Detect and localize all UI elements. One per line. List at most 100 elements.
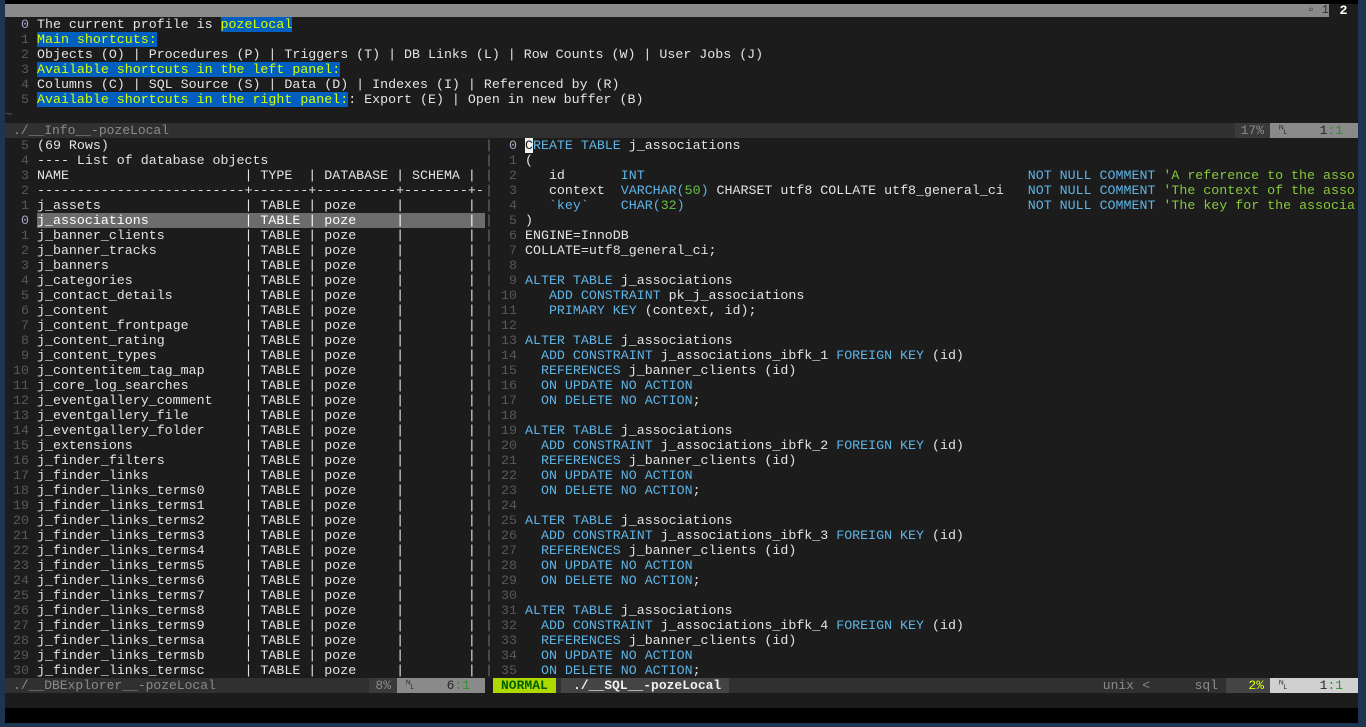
code-line[interactable]: 7 COLLATE=utf8_general_ci; — [493, 243, 1358, 258]
row-text: j_content_frontpage | TABLE | poze | | — [37, 318, 476, 333]
command-line[interactable] — [5, 708, 1358, 723]
code-line[interactable]: 15 REFERENCES j_banner_clients (id) — [493, 363, 1358, 378]
code-line[interactable]: 14 ADD CONSTRAINT j_associations_ibfk_1 … — [493, 348, 1358, 363]
code-line[interactable]: 18 — [493, 408, 1358, 423]
info-line[interactable]: 0 The current profile is pozeLocal — [5, 17, 1358, 32]
table-row[interactable]: 11 j_core_log_searches | TABLE | poze | | — [5, 378, 485, 393]
code-line[interactable]: 29 ON DELETE NO ACTION; — [493, 573, 1358, 588]
table-row[interactable]: 28 j_finder_links_termsa | TABLE | poze |… — [5, 633, 485, 648]
info-line[interactable]: 3 Available shortcuts in the left panel: — [5, 62, 1358, 77]
table-row[interactable]: 16 j_finder_filters | TABLE | poze | | — [5, 453, 485, 468]
code-line[interactable]: 33 REFERENCES j_banner_clients (id) — [493, 633, 1358, 648]
table-row[interactable]: 7 j_content_frontpage | TABLE | poze | | — [5, 318, 485, 333]
table-row[interactable]: 0 j_associations | TABLE | poze | | — [5, 213, 485, 228]
code-line[interactable]: 4 `key` CHAR(32) NOT NULL COMMENT 'The k… — [493, 198, 1358, 213]
vertical-split-separator[interactable]: | | | | | | | | | | | | | | | | | | | | | | | | | | | | | | | | | | | | — [485, 138, 493, 678]
sql-string: 'The context of the asso — [1155, 183, 1355, 198]
info-line[interactable]: 2 Objects (O) | Procedures (P) | Triggers… — [5, 47, 1358, 62]
sql-source-panel[interactable]: 0 CREATE TABLE j_associations 1(2 id INT N… — [493, 138, 1358, 678]
table-row[interactable]: 29 j_finder_links_termsb | TABLE | poze |… — [5, 648, 485, 663]
table-row[interactable]: 20 j_finder_links_terms2 | TABLE | poze |… — [5, 513, 485, 528]
code-line[interactable]: 19 ALTER TABLE j_associations — [493, 423, 1358, 438]
code-line[interactable]: 9 ALTER TABLE j_associations — [493, 273, 1358, 288]
sql-keyword: ON UPDATE NO ACTION — [540, 558, 693, 573]
row-text: j_content_rating | TABLE | poze | | — [37, 333, 476, 348]
table-row[interactable]: 5 j_contact_details | TABLE | poze | | — [5, 288, 485, 303]
info-line[interactable]: 4 Columns (C) | SQL Source (S) | Data (D)… — [5, 77, 1358, 92]
table-row[interactable]: 1 j_assets | TABLE | poze | | — [5, 198, 485, 213]
table-row[interactable]: 26 j_finder_links_terms8 | TABLE | poze |… — [5, 603, 485, 618]
info-col: :1 — [1327, 123, 1344, 138]
code-line[interactable]: 27 REFERENCES j_banner_clients (id) — [493, 543, 1358, 558]
info-line[interactable]: 5 Available shortcuts in the right panel:… — [5, 92, 1358, 107]
code-line[interactable]: 35 ON DELETE NO ACTION; — [493, 663, 1358, 678]
table-row[interactable]: 15 j_extensions | TABLE | poze | | — [5, 438, 485, 453]
code-line[interactable]: 0 CREATE TABLE j_associations — [493, 138, 1358, 153]
separator-bar: | — [485, 543, 493, 558]
table-row[interactable]: 24 j_finder_links_terms6 | TABLE | poze |… — [5, 573, 485, 588]
line-number: 4 — [21, 77, 29, 92]
table-row[interactable]: 19 j_finder_links_terms1 | TABLE | poze |… — [5, 498, 485, 513]
header-line[interactable]: 5 (69 Rows) — [5, 138, 485, 153]
table-row[interactable]: 14 j_eventgallery_folder | TABLE | poze |… — [5, 423, 485, 438]
code-line[interactable]: 32 ADD CONSTRAINT j_associations_ibfk_4 … — [493, 618, 1358, 633]
sql-text: j_associations — [612, 423, 733, 438]
code-line[interactable]: 28 ON UPDATE NO ACTION — [493, 558, 1358, 573]
code-line[interactable]: 8 — [493, 258, 1358, 273]
code-line[interactable]: 3 context VARCHAR(50) CHARSET utf8 COLLA… — [493, 183, 1358, 198]
table-row[interactable]: 1 j_banner_clients | TABLE | poze | | — [5, 228, 485, 243]
table-row[interactable]: 17 j_finder_links | TABLE | poze | | — [5, 468, 485, 483]
terminal: ▫ 1 2 0 The current profile is pozeLocal 1… — [5, 0, 1358, 723]
line-number: 2 — [21, 243, 29, 258]
table-row[interactable]: 21 j_finder_links_terms3 | TABLE | poze |… — [5, 528, 485, 543]
code-line[interactable]: 24 — [493, 498, 1358, 513]
row-text: j_eventgallery_file | TABLE | poze | | — [37, 408, 476, 423]
code-line[interactable]: 23 ON DELETE NO ACTION; — [493, 483, 1358, 498]
code-line[interactable]: 6 ENGINE=InnoDB — [493, 228, 1358, 243]
code-line[interactable]: 30 — [493, 588, 1358, 603]
code-line[interactable]: 25 ALTER TABLE j_associations — [493, 513, 1358, 528]
table-row[interactable]: 27 j_finder_links_terms9 | TABLE | poze |… — [5, 618, 485, 633]
line-number: 12 — [501, 318, 517, 333]
tab-1[interactable]: ▫ 1 — [1307, 4, 1329, 17]
header-line[interactable]: 3 NAME | TYPE | DATABASE | SCHEMA | — [5, 168, 485, 183]
header-line[interactable]: 4 ---- List of database objects — [5, 153, 485, 168]
code-line[interactable]: 20 ADD CONSTRAINT j_associations_ibfk_2 … — [493, 438, 1358, 453]
table-row[interactable]: 9 j_content_types | TABLE | poze | | — [5, 348, 485, 363]
code-line[interactable]: 17 ON DELETE NO ACTION; — [493, 393, 1358, 408]
table-row[interactable]: 10 j_contentitem_tag_map | TABLE | poze |… — [5, 363, 485, 378]
table-row[interactable]: 8 j_content_rating | TABLE | poze | | — [5, 333, 485, 348]
line-number: 25 — [501, 513, 517, 528]
table-row[interactable]: 25 j_finder_links_terms7 | TABLE | poze |… — [5, 588, 485, 603]
table-row[interactable]: 6 j_content | TABLE | poze | | — [5, 303, 485, 318]
line-number: 34 — [501, 648, 517, 663]
code-line[interactable]: 12 — [493, 318, 1358, 333]
tab-2[interactable]: 2 — [1329, 4, 1358, 17]
table-row[interactable]: 30 j_finder_links_termsc | TABLE | poze |… — [5, 663, 485, 678]
table-row[interactable]: 2 j_banner_tracks | TABLE | poze | | — [5, 243, 485, 258]
code-line[interactable]: 22 ON UPDATE NO ACTION — [493, 468, 1358, 483]
table-row[interactable]: 22 j_finder_links_terms4 | TABLE | poze |… — [5, 543, 485, 558]
table-row[interactable]: 4 j_categories | TABLE | poze | | — [5, 273, 485, 288]
header-line[interactable]: 2 --------------------------+-------+----… — [5, 183, 485, 198]
code-line[interactable]: 11 PRIMARY KEY (context, id); — [493, 303, 1358, 318]
code-line[interactable]: 16 ON UPDATE NO ACTION — [493, 378, 1358, 393]
code-line[interactable]: 13 ALTER TABLE j_associations — [493, 333, 1358, 348]
db-explorer-panel[interactable]: 5 (69 Rows) 4 ---- List of database objects… — [5, 138, 485, 678]
line-number: 15 — [501, 363, 517, 378]
table-row[interactable]: 18 j_finder_links_terms0 | TABLE | poze |… — [5, 483, 485, 498]
table-row[interactable]: 23 j_finder_links_terms5 | TABLE | poze |… — [5, 558, 485, 573]
code-line[interactable]: 31 ALTER TABLE j_associations — [493, 603, 1358, 618]
code-line[interactable]: 34 ON UPDATE NO ACTION — [493, 648, 1358, 663]
code-line[interactable]: 1( — [493, 153, 1358, 168]
table-row[interactable]: 12 j_eventgallery_comment | TABLE | poze … — [5, 393, 485, 408]
code-line[interactable]: 21 REFERENCES j_banner_clients (id) — [493, 453, 1358, 468]
code-line[interactable]: 2 id INT NOT NULL COMMENT 'A reference t… — [493, 168, 1358, 183]
table-row[interactable]: 3 j_banners | TABLE | poze | | — [5, 258, 485, 273]
info-line[interactable]: 1 Main shortcuts: — [5, 32, 1358, 47]
code-line[interactable]: 5) — [493, 213, 1358, 228]
sql-string: 'The key for the associa — [1155, 198, 1355, 213]
code-line[interactable]: 26 ADD CONSTRAINT j_associations_ibfk_3 … — [493, 528, 1358, 543]
table-row[interactable]: 13 j_eventgallery_file | TABLE | poze | | — [5, 408, 485, 423]
code-line[interactable]: 10 ADD CONSTRAINT pk_j_associations — [493, 288, 1358, 303]
